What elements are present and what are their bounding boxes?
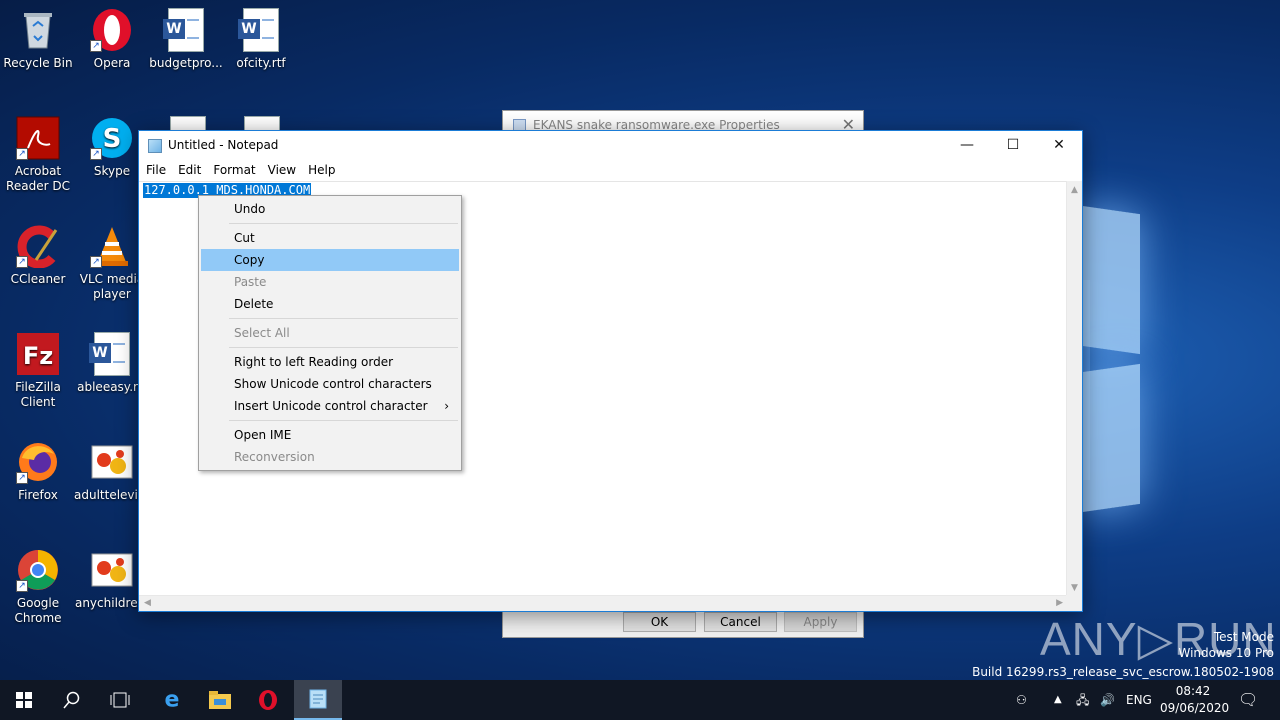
desktop-icon-acrobat[interactable]: ↗ Acrobat Reader DC xyxy=(0,116,76,194)
skype-icon: S ↗ xyxy=(90,116,134,160)
desktop-icon-filezilla[interactable]: Fz FileZilla Client xyxy=(0,332,76,410)
ccleaner-icon: ↗ xyxy=(16,224,60,269)
search-button[interactable] xyxy=(48,680,96,720)
search-icon xyxy=(63,691,80,709)
apply-button[interactable]: Apply xyxy=(784,612,857,632)
language-indicator[interactable]: ENG xyxy=(1126,680,1152,720)
horizontal-scrollbar[interactable]: ◀ ▶ xyxy=(139,595,1068,611)
edge-icon: e xyxy=(164,687,180,713)
context-menu: Undo Cut Copy Paste Delete Select All Ri… xyxy=(198,195,462,471)
word-document-icon: W xyxy=(238,8,283,52)
chevron-up-icon[interactable]: ▲ xyxy=(1054,680,1062,720)
task-view-icon xyxy=(110,692,130,708)
taskbar-edge[interactable]: e xyxy=(148,680,196,720)
clock[interactable]: 08:42 09/06/2020 xyxy=(1160,683,1230,717)
watermark-build: Build 16299.rs3_release_svc_escrow.18050… xyxy=(972,665,1274,679)
word-document-icon: W xyxy=(163,8,208,52)
windows-logo-wallpaper xyxy=(1078,190,1280,520)
scroll-down-icon[interactable]: ▼ xyxy=(1071,583,1078,593)
shortcut-arrow-icon: ↗ xyxy=(90,148,102,160)
resize-grip[interactable] xyxy=(1066,595,1082,611)
menu-item-select-all[interactable]: Select All xyxy=(201,322,459,344)
close-button[interactable]: ✕ xyxy=(1036,131,1082,160)
network-icon[interactable]: 🖧 xyxy=(1076,680,1089,720)
scroll-left-icon[interactable]: ◀ xyxy=(144,598,151,608)
menu-edit[interactable]: Edit xyxy=(172,160,207,180)
notepad-menubar: File Edit Format View Help xyxy=(139,160,1082,180)
watermark-edition: Windows 10 Pro xyxy=(1178,646,1274,660)
people-icon[interactable]: ⚇ xyxy=(1016,680,1027,720)
svg-text:Fz: Fz xyxy=(23,342,53,370)
desktop-icon-budgetpro[interactable]: W budgetpro... xyxy=(148,8,224,71)
notification-icon[interactable]: 🗨 xyxy=(1238,680,1258,720)
image-file-icon xyxy=(90,440,134,484)
menu-separator xyxy=(229,223,458,224)
menu-help[interactable]: Help xyxy=(302,160,341,180)
shortcut-arrow-icon: ↗ xyxy=(16,472,28,484)
shortcut-arrow-icon: ↗ xyxy=(90,40,102,52)
start-button[interactable] xyxy=(0,680,48,720)
taskbar-file-explorer[interactable] xyxy=(196,680,244,720)
taskbar-opera[interactable] xyxy=(244,680,292,720)
filezilla-icon: Fz xyxy=(16,332,60,376)
svg-text:S: S xyxy=(103,124,122,154)
desktop-icon-ccleaner[interactable]: ↗ CCleaner xyxy=(0,224,76,287)
desktop-icon-opera[interactable]: ↗ Opera xyxy=(74,8,150,71)
notepad-icon xyxy=(309,689,327,709)
desktop-icon-chrome[interactable]: ↗ Google Chrome xyxy=(0,548,76,626)
menu-format[interactable]: Format xyxy=(207,160,261,180)
opera-icon xyxy=(259,690,277,710)
taskbar: e ⚇ ▲ 🖧 🔊 ENG 08:42 09/06/2020 🗨 xyxy=(0,680,1280,720)
menu-item-paste[interactable]: Paste xyxy=(201,271,459,293)
menu-item-insert-unicode-control[interactable]: Insert Unicode control character › xyxy=(201,395,459,417)
scroll-right-icon[interactable]: ▶ xyxy=(1056,598,1063,608)
task-view-button[interactable] xyxy=(96,680,144,720)
chrome-icon: ↗ xyxy=(16,548,60,592)
ok-button[interactable]: OK xyxy=(623,612,696,632)
cancel-button[interactable]: Cancel xyxy=(704,612,777,632)
opera-icon: ↗ xyxy=(90,8,134,52)
desktop-icon-ofcity[interactable]: W ofcity.rtf xyxy=(223,8,299,71)
menu-file[interactable]: File xyxy=(140,160,172,180)
menu-item-cut[interactable]: Cut xyxy=(201,227,459,249)
menu-item-rtl-reading-order[interactable]: Right to left Reading order xyxy=(201,351,459,373)
word-document-icon: W xyxy=(89,332,134,376)
scroll-up-icon[interactable]: ▲ xyxy=(1071,185,1078,195)
menu-separator xyxy=(229,420,458,421)
notepad-icon xyxy=(148,139,162,153)
windows-start-icon xyxy=(16,692,32,708)
notepad-title: Untitled - Notepad xyxy=(168,138,279,152)
notepad-titlebar[interactable]: Untitled - Notepad — ☐ ✕ xyxy=(139,131,1082,160)
chevron-right-icon: › xyxy=(444,399,449,413)
maximize-button[interactable]: ☐ xyxy=(990,131,1036,160)
menu-view[interactable]: View xyxy=(262,160,302,180)
menu-item-delete[interactable]: Delete xyxy=(201,293,459,315)
menu-separator xyxy=(229,318,458,319)
clock-date: 09/06/2020 xyxy=(1160,701,1230,715)
acrobat-icon: ↗ xyxy=(16,116,60,160)
clock-time: 08:42 xyxy=(1175,684,1211,698)
recycle-bin-icon xyxy=(16,8,60,52)
image-file-icon xyxy=(90,548,134,592)
menu-separator xyxy=(229,347,458,348)
folder-icon xyxy=(209,691,231,709)
vlc-icon: ↗ xyxy=(90,224,134,268)
desktop-icon-firefox[interactable]: ↗ Firefox xyxy=(0,440,76,503)
desktop-icon-recycle-bin[interactable]: Recycle Bin xyxy=(0,8,76,71)
menu-item-show-unicode-control[interactable]: Show Unicode control characters xyxy=(201,373,459,395)
menu-item-open-ime[interactable]: Open IME xyxy=(201,424,459,446)
shortcut-arrow-icon: ↗ xyxy=(16,148,28,160)
menu-item-reconversion[interactable]: Reconversion xyxy=(201,446,459,468)
watermark-test-mode: Test Mode xyxy=(1213,630,1274,644)
shortcut-arrow-icon: ↗ xyxy=(16,580,28,592)
shortcut-arrow-icon: ↗ xyxy=(16,256,28,268)
vertical-scrollbar[interactable]: ▲ ▼ xyxy=(1066,181,1082,597)
firefox-icon: ↗ xyxy=(16,440,60,484)
menu-item-copy[interactable]: Copy xyxy=(201,249,459,271)
shortcut-arrow-icon: ↗ xyxy=(90,256,102,268)
volume-icon[interactable]: 🔊 xyxy=(1100,680,1115,720)
menu-item-undo[interactable]: Undo xyxy=(201,198,459,220)
minimize-button[interactable]: — xyxy=(944,131,990,160)
taskbar-notepad[interactable] xyxy=(294,680,342,720)
